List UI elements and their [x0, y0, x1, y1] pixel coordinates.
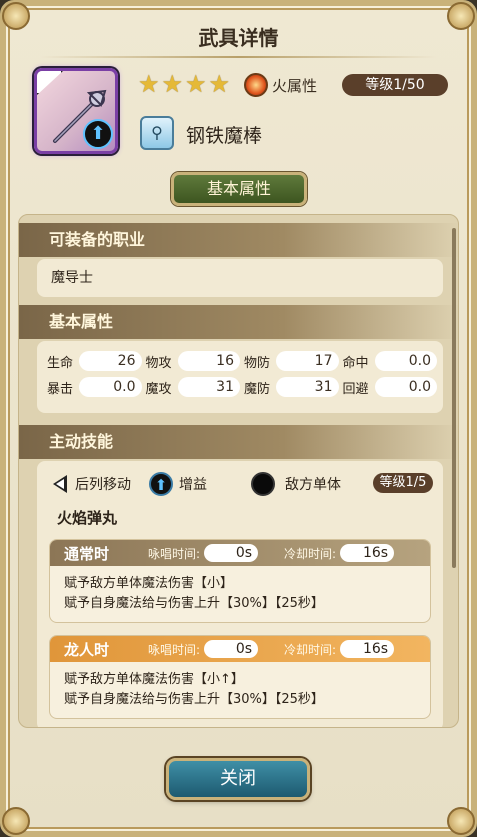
weapon-portrait[interactable]: ⬆: [34, 68, 118, 154]
skill-mode-normal: 通常时 咏唱时间: 0s 冷却时间: 16s 赋予敌方单体魔法伤害【小】 赋予自身魔…: [49, 539, 431, 623]
star-icon: ★: [185, 70, 207, 98]
skill-level-badge: 等级1/5: [373, 473, 433, 493]
corner-ornament: [447, 807, 475, 835]
stat-crit: 暴击 0.0: [47, 377, 142, 397]
stat-accuracy: 命中 0.0: [343, 351, 437, 371]
skill-card: 后列移动 ⬆ 增益 敌方单体 等级1/5 火焰弹丸 通常时 咏唱时间: 0s 冷却…: [37, 461, 443, 727]
fire-element-icon: [244, 73, 268, 97]
enemy-single-target-icon: [251, 472, 275, 496]
cooldown-time: 冷却时间: 16s: [284, 544, 420, 562]
stats-card: 生命 26 物攻 16 物防 17 命中 0.0 暴击 0.0 魔攻 31 魔防 31 回避 0…: [37, 341, 443, 413]
magnifier-staff-type-icon: ⚲: [140, 116, 174, 150]
mode-name: 龙人时: [64, 640, 110, 659]
cast-time: 咏唱时间: 0s: [148, 640, 284, 658]
mode-name: 通常时: [64, 544, 110, 563]
tab-basic-attributes[interactable]: 基本属性: [171, 172, 307, 206]
details-panel[interactable]: 可装备的职业 魔导士 基本属性 生命 26 物攻 16 物防 17 命中 0.0 暴击 0…: [18, 214, 459, 728]
dialog-title: 武具详情: [198, 26, 279, 50]
tag-target: 敌方单体: [285, 477, 341, 493]
star-icon: ★: [208, 70, 231, 98]
buff-up-icon: ⬆: [149, 472, 173, 496]
equip-job-card: 魔导士: [37, 259, 443, 297]
star-icon: ★: [138, 70, 160, 98]
stat-phys-atk: 物攻 16: [146, 351, 240, 371]
skill-name: 火焰弹丸: [57, 509, 118, 527]
skill-section-title: 主动技能: [19, 425, 458, 459]
job-name: 魔导士: [51, 270, 93, 286]
cooldown-time: 冷却时间: 16s: [284, 640, 420, 658]
skill-tags: 后列移动 ⬆ 增益 敌方单体 等级1/5: [53, 469, 433, 499]
weapon-level-badge: 等级1/50: [342, 74, 448, 96]
stat-hp: 生命 26: [47, 351, 142, 371]
stat-evasion: 回避 0.0: [343, 377, 437, 397]
mode-description: 赋予敌方单体魔法伤害【小↑】 赋予自身魔法给与伤害上升【30%】【25秒】: [64, 672, 324, 707]
title-divider: [40, 56, 437, 58]
rarity-stars: ★ ★ ★ ★: [138, 72, 230, 96]
stat-phys-def: 物防 17: [244, 351, 339, 371]
star-icon: ★: [161, 70, 184, 98]
equip-section-title: 可装备的职业: [19, 223, 458, 257]
stat-mag-atk: 魔攻 31: [146, 377, 240, 397]
weapon-name: 钢铁魔棒: [186, 125, 263, 147]
element-label: 火属性: [272, 77, 318, 95]
skill-mode-dragon: 龙人时 咏唱时间: 0s 冷却时间: 16s 赋予敌方单体魔法伤害【小↑】 赋予自身…: [49, 635, 431, 719]
corner-ornament: [2, 807, 30, 835]
stat-mag-def: 魔防 31: [244, 377, 339, 397]
tag-buff: 增益: [179, 477, 207, 493]
cast-time: 咏唱时间: 0s: [148, 544, 284, 562]
close-button[interactable]: 关闭: [166, 758, 310, 800]
buff-up-icon: ⬆: [83, 119, 113, 149]
stats-section-title: 基本属性: [19, 305, 458, 339]
mode-description: 赋予敌方单体魔法伤害【小】 赋予自身魔法给与伤害上升【30%】【25秒】: [64, 576, 324, 611]
panel-scrollbar[interactable]: [452, 228, 456, 568]
tag-back-row-move: 后列移动: [75, 477, 131, 493]
back-row-move-icon: [53, 475, 69, 493]
